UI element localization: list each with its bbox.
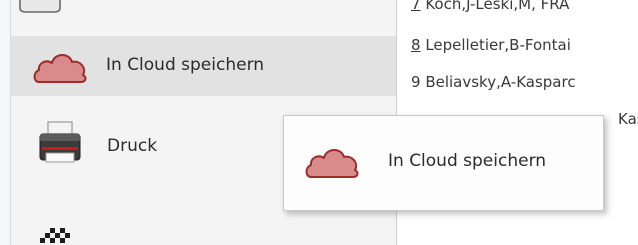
printer-icon — [39, 121, 81, 163]
chessboard-icon — [40, 228, 70, 243]
window-edge — [0, 0, 11, 245]
save-icon — [19, 0, 61, 13]
tooltip-label: In Cloud speichern — [388, 151, 547, 171]
list-item[interactable]: 9 Beliavsky,A-Kasparc — [411, 73, 576, 91]
cloud-icon — [305, 149, 359, 178]
menu-item-label: In Cloud speichern — [106, 55, 265, 75]
menu-item-label: Druck — [107, 136, 158, 156]
cloud-icon — [33, 54, 87, 83]
list-item[interactable]: 8 Lepelletier,B-Fontai — [411, 36, 571, 54]
menu-item-save-to-cloud[interactable]: In Cloud speichern — [11, 36, 396, 96]
list-item[interactable]: Kasp — [618, 110, 638, 128]
list-item[interactable]: 7 Koch,J-Leski,M, FRA — [411, 0, 569, 13]
tooltip: In Cloud speichern — [283, 115, 604, 211]
